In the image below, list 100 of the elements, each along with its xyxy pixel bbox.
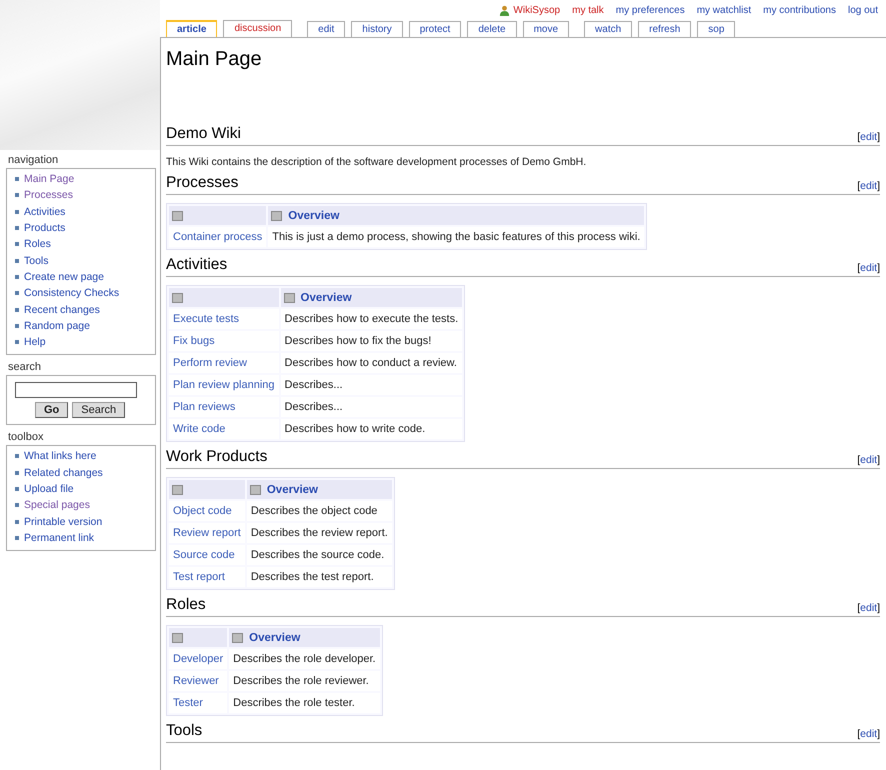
column-header: Overview [266, 484, 318, 496]
bullet-icon [15, 258, 19, 263]
portlet-title: search [8, 361, 42, 374]
bullet-icon [15, 291, 19, 296]
bracket: ] [877, 602, 880, 614]
section-heading: Demo Wiki [166, 125, 241, 143]
bullet-icon [15, 210, 19, 214]
page-tab[interactable]: protect [408, 21, 462, 37]
page-tab[interactable]: sop [697, 21, 736, 37]
section-heading: Activities [166, 256, 228, 274]
bracket: [ [857, 728, 860, 740]
personal-link[interactable]: my watchlist [696, 4, 752, 16]
sidebar-link[interactable]: Permanent link [24, 532, 94, 544]
table-cell: Describes the test report. [246, 567, 392, 587]
table-cell: Describes the role reviewer. [229, 671, 380, 691]
table-cell: Describes how to fix the bugs! [280, 331, 462, 351]
table-cell: Describes the review report. [246, 523, 392, 543]
sidebar-link[interactable]: Upload file [24, 483, 74, 495]
edit-link[interactable]: edit [860, 728, 878, 740]
paragraph: This Wiki contains the description of the software development processes of Demo GmbH. [166, 156, 588, 168]
sidebar-link[interactable]: Create new page [24, 270, 104, 283]
search-button[interactable]: Search [72, 402, 126, 418]
edit-link[interactable]: edit [860, 262, 878, 274]
sidebar-link[interactable]: Consistency Checks [24, 287, 120, 300]
sidebar-link[interactable]: Related changes [24, 466, 103, 479]
page-tab[interactable]: refresh [638, 21, 692, 37]
bullet-icon [15, 487, 19, 491]
sidebar-link[interactable]: Activities [24, 206, 66, 218]
table-cell: Describes the role developer. [229, 649, 380, 669]
bullet-icon [15, 177, 19, 182]
personal-link[interactable]: my preferences [616, 4, 685, 16]
page-tab[interactable]: delete [467, 21, 517, 37]
bracket: ] [877, 728, 880, 740]
page-tab[interactable]: discussion [223, 20, 292, 37]
search-field[interactable] [15, 382, 137, 398]
table-cell: Describes... [280, 375, 462, 395]
bullet-icon [15, 308, 19, 312]
column-header: Overview [300, 292, 352, 304]
table-cell: This is just a demo process, showing the basic features of this process wiki. [268, 227, 644, 247]
bullet-icon [15, 470, 19, 475]
bullet-icon [15, 324, 19, 328]
bracket: ] [877, 180, 880, 192]
page-tab[interactable]: move [522, 21, 570, 37]
table-cell: Describes how to write code. [280, 419, 462, 439]
sidebar-link[interactable]: Random page [24, 320, 90, 332]
section-heading: Roles [166, 596, 206, 614]
bullet-icon [15, 520, 19, 524]
sidebar-link[interactable]: Recent changes [24, 304, 100, 316]
bracket: ] [877, 262, 880, 274]
page-tab[interactable]: history [351, 21, 403, 37]
page-tab[interactable]: edit [307, 21, 346, 37]
column-header: Overview [288, 210, 340, 222]
section-heading: Work Products [166, 448, 268, 466]
sidebar-link[interactable]: Printable version [24, 516, 102, 528]
bullet-icon [15, 226, 19, 230]
edit-link[interactable]: edit [860, 131, 878, 143]
section-heading: Tools [166, 722, 202, 740]
personal-link[interactable]: log out [848, 4, 878, 16]
table-cell: Describes... [280, 397, 462, 417]
search-button[interactable]: Go [35, 402, 68, 418]
portlet-title: navigation [8, 154, 60, 166]
table-cell: Describes the source code. [246, 545, 392, 565]
bracket: [ [857, 602, 860, 614]
sidebar-link[interactable]: Processes [24, 189, 74, 202]
edit-link[interactable]: edit [860, 602, 878, 614]
sidebar-link[interactable]: What links here [24, 450, 96, 462]
sidebar-link[interactable]: Main Page [24, 173, 74, 186]
table-cell: Describes the object code [246, 501, 392, 521]
edit-link[interactable]: edit [860, 454, 878, 466]
bracket: [ [857, 180, 860, 192]
bullet-icon [15, 454, 19, 458]
page-title: Main Page [166, 48, 263, 71]
bracket: [ [857, 262, 860, 274]
bullet-icon [15, 242, 19, 246]
bracket: ] [877, 131, 880, 143]
bracket: [ [857, 131, 860, 143]
personal-link[interactable]: my talk [572, 4, 604, 16]
table-cell: Describes the role tester. [229, 693, 380, 713]
user-icon [499, 4, 510, 16]
bullet-icon [15, 193, 19, 198]
bullet-icon [15, 340, 19, 344]
page-tab[interactable]: watch [584, 21, 632, 37]
portlet-title: toolbox [8, 431, 44, 444]
sidebar-link[interactable]: Tools [24, 254, 49, 267]
table-cell: Describes how to conduct a review. [280, 353, 462, 373]
table-cell: Describes how to execute the tests. [280, 309, 462, 329]
bullet-icon [15, 536, 19, 540]
personal-link[interactable]: WikiSysop [513, 4, 560, 16]
personal-link[interactable]: my contributions [763, 4, 836, 16]
page-tab[interactable]: article [166, 20, 218, 37]
sidebar-link[interactable]: Products [24, 222, 66, 234]
sidebar-link[interactable]: Help [24, 336, 46, 348]
sidebar-link[interactable]: Roles [24, 238, 51, 250]
bracket: [ [857, 454, 860, 466]
bullet-icon [15, 503, 19, 508]
sidebar-link[interactable]: Special pages [24, 499, 90, 512]
bullet-icon [15, 274, 19, 279]
column-header: Overview [249, 632, 300, 644]
edit-link[interactable]: edit [860, 180, 878, 192]
bracket: ] [877, 454, 880, 466]
